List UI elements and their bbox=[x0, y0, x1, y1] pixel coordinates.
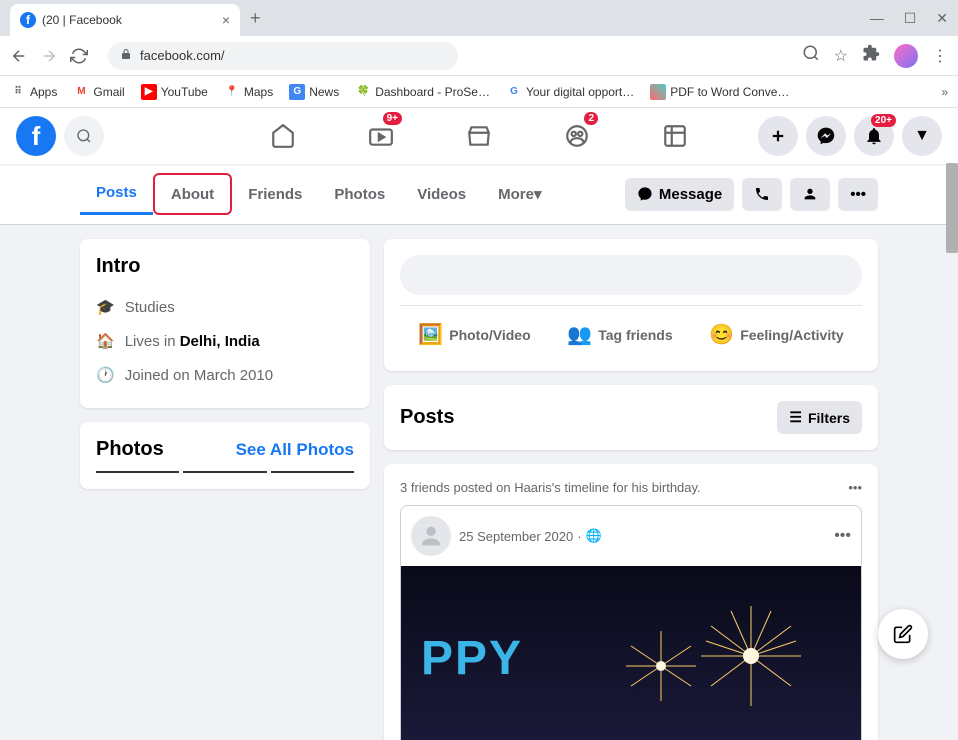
bookmarks-overflow-icon[interactable]: » bbox=[941, 85, 948, 99]
filters-button[interactable]: ☰Filters bbox=[777, 401, 862, 434]
compose-fab[interactable] bbox=[878, 609, 928, 659]
message-button[interactable]: Message bbox=[625, 178, 734, 211]
groups-badge: 2 bbox=[584, 112, 598, 125]
posts-title: Posts bbox=[400, 406, 454, 429]
nav-watch[interactable]: 9+ bbox=[336, 112, 426, 160]
browser-toolbar: facebook.com/ ☆ ⋮ bbox=[0, 36, 958, 76]
bookmark-dashboard[interactable]: 🍀Dashboard - ProSe… bbox=[355, 84, 490, 100]
graduation-icon: 🎓 bbox=[96, 298, 115, 316]
photo-video-action[interactable]: 🖼️Photo/Video bbox=[410, 314, 538, 355]
timeline-menu[interactable]: ••• bbox=[848, 480, 862, 495]
home-icon: 🏠 bbox=[96, 332, 115, 350]
tag-icon: 👥 bbox=[567, 322, 592, 347]
nav-groups[interactable]: 2 bbox=[532, 112, 622, 160]
sparkler-icon bbox=[621, 626, 701, 706]
nav-gaming[interactable] bbox=[630, 112, 720, 160]
bookmark-star-icon[interactable]: ☆ bbox=[834, 46, 848, 66]
timeline-meta-text: 3 friends posted on Haaris's timeline fo… bbox=[400, 480, 701, 495]
intro-card: Intro 🎓Studies 🏠Lives in Delhi, India 🕐J… bbox=[80, 239, 370, 408]
tab-posts[interactable]: Posts bbox=[80, 173, 153, 215]
close-tab-icon[interactable]: × bbox=[222, 12, 230, 28]
notifications-badge: 20+ bbox=[871, 114, 896, 127]
bookmark-pdf[interactable]: PDF to Word Conve… bbox=[650, 84, 789, 100]
post-image[interactable]: PPY bbox=[401, 566, 861, 740]
facebook-header: f 9+ 2 20+ ▼ bbox=[0, 108, 958, 164]
intro-studies: 🎓Studies bbox=[96, 290, 354, 324]
tag-friends-action[interactable]: 👥Tag friends bbox=[559, 314, 680, 355]
maximize-icon[interactable]: ☐ bbox=[904, 10, 917, 27]
create-post-input[interactable] bbox=[400, 255, 862, 295]
post-menu-button[interactable]: ••• bbox=[834, 527, 851, 545]
post-avatar[interactable] bbox=[411, 516, 451, 556]
nav-marketplace[interactable] bbox=[434, 112, 524, 160]
sparkler-icon bbox=[691, 596, 811, 716]
facebook-favicon: f bbox=[20, 12, 36, 28]
bookmark-google[interactable]: GYour digital opport… bbox=[506, 84, 634, 100]
tab-about[interactable]: About bbox=[153, 173, 232, 215]
bookmark-news[interactable]: GNews bbox=[289, 84, 339, 100]
account-dropdown[interactable]: ▼ bbox=[902, 116, 942, 156]
clock-icon: 🕐 bbox=[96, 366, 115, 384]
bookmark-gmail[interactable]: MGmail bbox=[73, 84, 124, 100]
chrome-menu-icon[interactable]: ⋮ bbox=[932, 46, 948, 66]
feeling-icon: 😊 bbox=[709, 322, 734, 347]
posts-section-card: Posts ☰Filters bbox=[384, 385, 878, 450]
facebook-logo[interactable]: f bbox=[16, 116, 56, 156]
tab-friends[interactable]: Friends bbox=[232, 173, 318, 215]
tab-videos[interactable]: Videos bbox=[401, 173, 482, 215]
globe-icon: 🌐 bbox=[586, 528, 602, 544]
photo-icon: 🖼️ bbox=[418, 322, 443, 347]
bookmark-youtube[interactable]: ▶YouTube bbox=[141, 84, 208, 100]
intro-title: Intro bbox=[96, 255, 354, 278]
post-date[interactable]: 25 September 2020 · 🌐 bbox=[459, 528, 602, 544]
add-friend-button[interactable] bbox=[790, 178, 830, 211]
minimize-icon[interactable]: — bbox=[870, 10, 884, 27]
extensions-icon[interactable] bbox=[862, 44, 880, 67]
timeline-post-card: 3 friends posted on Haaris's timeline fo… bbox=[384, 464, 878, 740]
new-tab-button[interactable]: + bbox=[250, 8, 261, 29]
tab-photos[interactable]: Photos bbox=[318, 173, 401, 215]
see-all-photos-link[interactable]: See All Photos bbox=[236, 440, 354, 460]
bookmark-maps[interactable]: 📍Maps bbox=[224, 84, 273, 100]
create-post-card: 🖼️Photo/Video 👥Tag friends 😊Feeling/Acti… bbox=[384, 239, 878, 371]
bookmark-apps[interactable]: ⠿Apps bbox=[10, 84, 57, 100]
search-button[interactable] bbox=[64, 116, 104, 156]
reload-button[interactable] bbox=[70, 47, 88, 65]
intro-joined: 🕐Joined on March 2010 bbox=[96, 358, 354, 392]
content-area: Intro 🎓Studies 🏠Lives in Delhi, India 🕐J… bbox=[0, 225, 958, 740]
close-window-icon[interactable]: ✕ bbox=[936, 10, 948, 27]
address-bar[interactable]: facebook.com/ bbox=[108, 42, 458, 70]
photos-title: Photos bbox=[96, 438, 164, 461]
feeling-action[interactable]: 😊Feeling/Activity bbox=[701, 314, 851, 355]
photos-card: Photos See All Photos bbox=[80, 422, 370, 489]
watch-badge: 9+ bbox=[383, 112, 402, 125]
messenger-button[interactable] bbox=[806, 116, 846, 156]
profile-tabs-bar: Posts About Friends Photos Videos More ▾… bbox=[0, 164, 958, 225]
profile-avatar-icon[interactable] bbox=[894, 44, 918, 68]
forward-button bbox=[40, 47, 58, 65]
tab-title: (20 | Facebook bbox=[42, 13, 216, 27]
browser-tab[interactable]: f (20 | Facebook × bbox=[10, 4, 240, 36]
lock-icon bbox=[120, 47, 132, 65]
call-button[interactable] bbox=[742, 178, 782, 211]
url-text: facebook.com/ bbox=[140, 48, 225, 63]
more-actions-button[interactable]: ••• bbox=[838, 178, 878, 211]
scrollbar-thumb[interactable] bbox=[946, 163, 958, 253]
browser-tab-strip: f (20 | Facebook × + — ☐ ✕ bbox=[0, 0, 958, 36]
tab-more[interactable]: More ▾ bbox=[482, 173, 557, 215]
filters-icon: ☰ bbox=[789, 409, 802, 426]
notifications-button[interactable]: 20+ bbox=[854, 116, 894, 156]
nav-home[interactable] bbox=[238, 112, 328, 160]
back-button[interactable] bbox=[10, 47, 28, 65]
window-controls: — ☐ ✕ bbox=[870, 10, 948, 27]
create-button[interactable] bbox=[758, 116, 798, 156]
zoom-icon[interactable] bbox=[802, 44, 820, 67]
intro-location: 🏠Lives in Delhi, India bbox=[96, 324, 354, 358]
bookmarks-bar: ⠿Apps MGmail ▶YouTube 📍Maps GNews 🍀Dashb… bbox=[0, 76, 958, 108]
